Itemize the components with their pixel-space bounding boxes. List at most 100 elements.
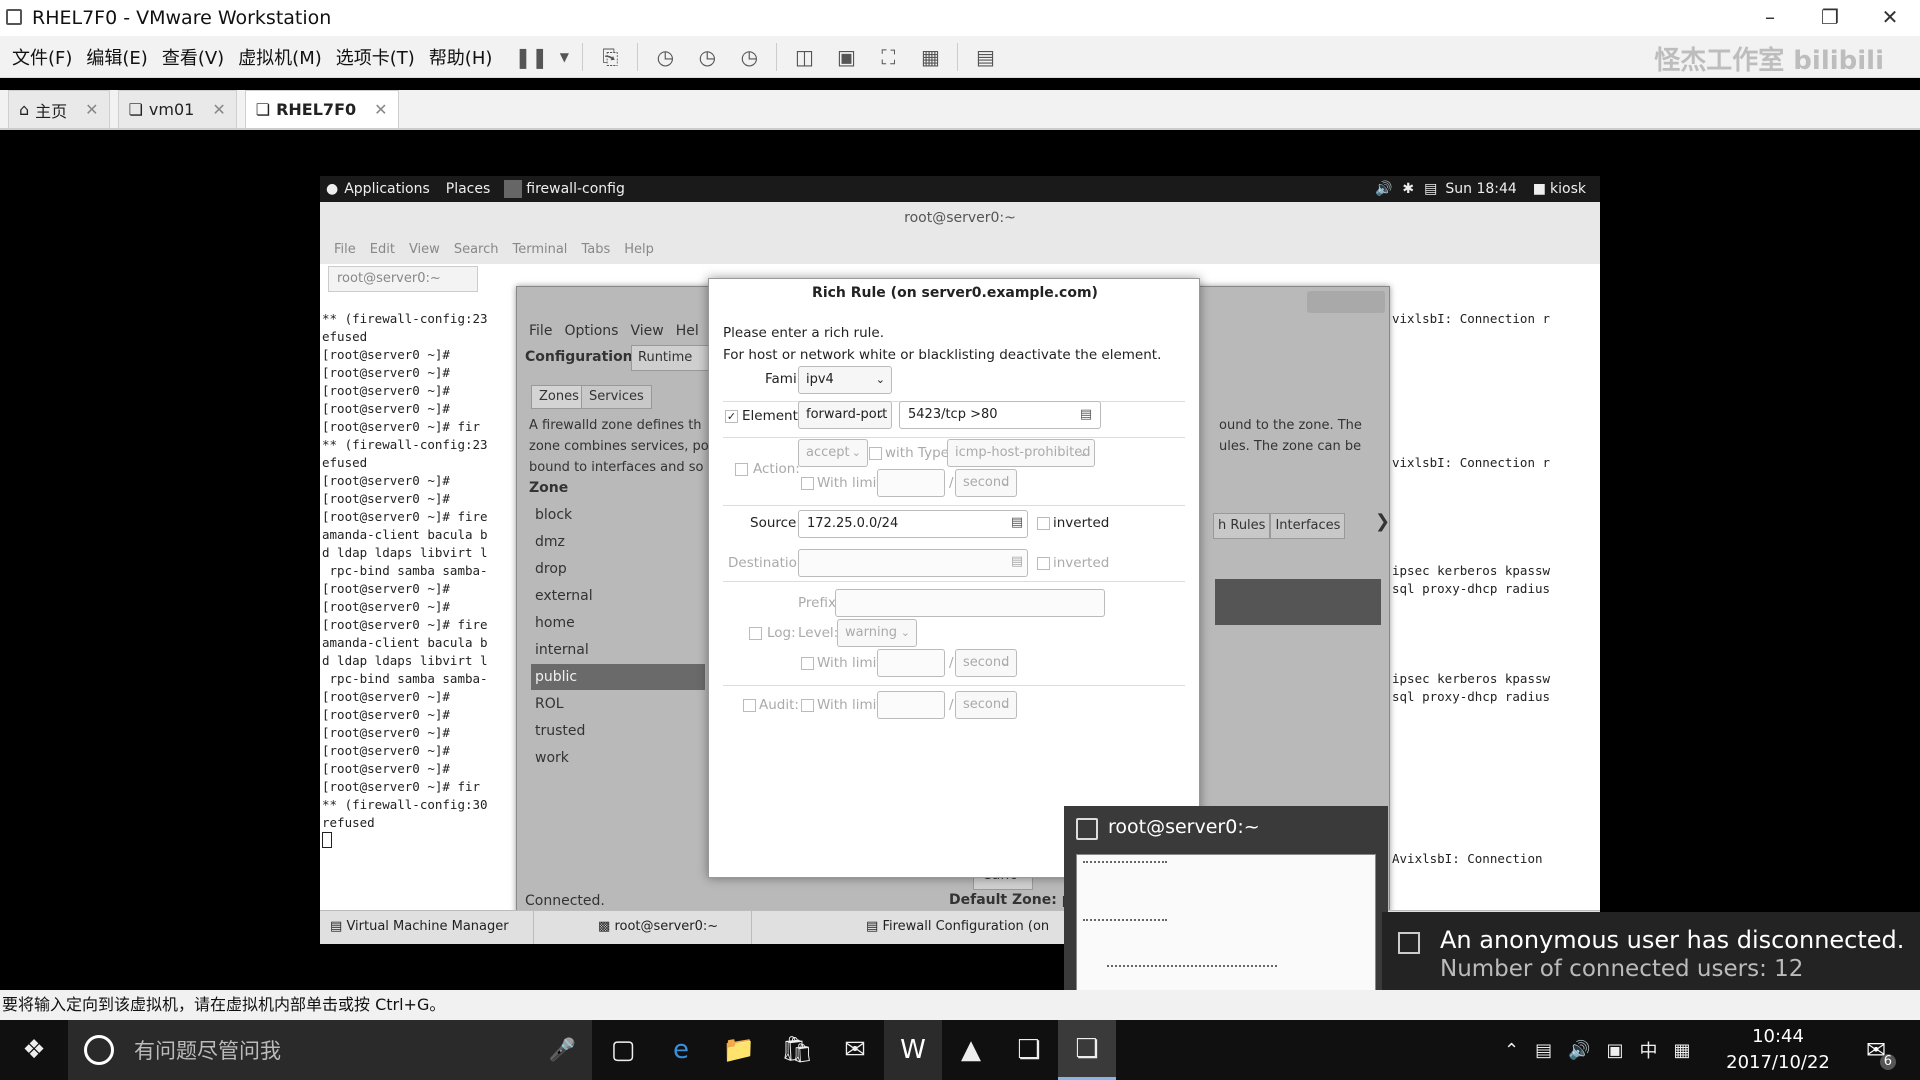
log-limit-checkbox[interactable]: [801, 657, 814, 670]
sidebar-toggle-icon[interactable]: ◫: [787, 40, 821, 74]
vmware-active-taskbar-icon[interactable]: ❏: [1058, 1020, 1116, 1080]
fullscreen-icon[interactable]: ⛶: [871, 40, 905, 74]
element-type-select[interactable]: forward-port ⌄: [798, 401, 892, 429]
audit-checkbox[interactable]: [743, 699, 756, 712]
mail-icon[interactable]: ✉: [826, 1020, 884, 1080]
edit-source-icon[interactable]: ▤: [1006, 513, 1028, 535]
destination-inverted-checkbox[interactable]: [1037, 557, 1050, 570]
chevron-up-icon[interactable]: ⌃: [1504, 1040, 1519, 1061]
element-value-field[interactable]: 5423/tcp >80: [899, 401, 1101, 429]
log-limit-unit-select[interactable]: second ⌄: [955, 649, 1017, 677]
taskbar-item-vmm[interactable]: ▤ Virtual Machine Manager: [320, 911, 534, 944]
action-center-icon[interactable]: ✉ 6: [1858, 1034, 1896, 1070]
volume-tray-icon[interactable]: 🔊: [1568, 1040, 1590, 1061]
edit-element-icon[interactable]: ▤: [1075, 405, 1097, 427]
network-icon[interactable]: ▤: [1424, 181, 1437, 197]
tab-rich-rules[interactable]: h Rules: [1213, 513, 1271, 539]
thumbnail-icon[interactable]: ▤: [968, 40, 1002, 74]
action-limit-checkbox[interactable]: [801, 477, 814, 490]
with-type-checkbox[interactable]: [869, 447, 882, 460]
tab-interfaces[interactable]: Interfaces: [1270, 513, 1346, 539]
cortana-search-box[interactable]: 有问题尽管问我 🎤: [68, 1020, 592, 1080]
snapshot-manager-icon[interactable]: ◷: [732, 40, 766, 74]
action-select[interactable]: accept ⌄: [798, 439, 868, 467]
word-icon[interactable]: W: [884, 1020, 942, 1080]
action-limit-unit-select[interactable]: second ⌄: [955, 469, 1017, 497]
zone-item-selected[interactable]: public: [531, 664, 705, 690]
source-inverted-checkbox[interactable]: [1037, 517, 1050, 530]
restore-button[interactable]: ❐: [1800, 0, 1860, 36]
menu-file[interactable]: 文件(F): [12, 44, 72, 70]
terminal-menu-tabs[interactable]: Tabs: [581, 242, 610, 257]
windows-start-icon[interactable]: ❖: [0, 1020, 68, 1080]
tab-zones[interactable]: Zones: [531, 385, 587, 409]
log-limit-field[interactable]: [877, 649, 945, 677]
source-field[interactable]: 172.25.0.0/24: [798, 510, 1028, 538]
send-ctrl-alt-del-icon[interactable]: ⎘: [593, 40, 627, 74]
action-checkbox[interactable]: [735, 463, 748, 476]
zone-item[interactable]: block: [531, 502, 705, 528]
user-menu[interactable]: kiosk: [1550, 181, 1586, 197]
firewall-menu-options[interactable]: Options: [564, 323, 618, 339]
zone-item[interactable]: ROL: [531, 691, 705, 717]
prefix-field[interactable]: [835, 589, 1105, 617]
minimize-button[interactable]: –: [1740, 0, 1800, 36]
unity-icon[interactable]: ▦: [913, 40, 947, 74]
tab-home[interactable]: ⌂ 主页 ✕: [8, 90, 110, 128]
zone-item[interactable]: home: [531, 610, 705, 636]
terminal-menu-search[interactable]: Search: [454, 242, 499, 257]
audit-limit-field[interactable]: [877, 691, 945, 719]
task-view-icon[interactable]: ▢: [594, 1020, 652, 1080]
log-checkbox[interactable]: [749, 627, 762, 640]
tab-close-icon[interactable]: ✕: [85, 100, 98, 119]
firewall-menu-view[interactable]: View: [630, 323, 663, 339]
terminal-menu-terminal[interactable]: Terminal: [512, 242, 567, 257]
ime-indicator[interactable]: 中: [1640, 1037, 1658, 1063]
revert-snapshot-icon[interactable]: ◷: [690, 40, 724, 74]
zone-item[interactable]: trusted: [531, 718, 705, 744]
network-app-icon[interactable]: ▲: [942, 1020, 1000, 1080]
applications-menu[interactable]: Applications: [344, 181, 430, 197]
close-button[interactable]: ✕: [1860, 0, 1920, 36]
dropdown-arrow-icon[interactable]: ▼: [556, 40, 572, 74]
menu-edit[interactable]: 编辑(E): [86, 44, 147, 70]
pause-icon[interactable]: ❚❚: [514, 40, 549, 74]
menu-view[interactable]: 查看(V): [162, 44, 224, 70]
bluetooth-icon[interactable]: ✱: [1402, 181, 1414, 197]
audit-limit-unit-select[interactable]: second ⌄: [955, 691, 1017, 719]
audit-limit-checkbox[interactable]: [801, 699, 814, 712]
zone-item[interactable]: dmz: [531, 529, 705, 555]
destination-field[interactable]: [798, 549, 1028, 577]
tab-vm01[interactable]: ❏ vm01 ✕: [117, 90, 237, 128]
edge-icon[interactable]: e: [652, 1020, 710, 1080]
window-controls[interactable]: [1307, 291, 1385, 313]
rich-rule-dialog[interactable]: Rich Rule (on server0.example.com) Pleas…: [708, 278, 1200, 878]
places-menu[interactable]: Places: [446, 181, 491, 197]
snapshot-icon[interactable]: ◷: [648, 40, 682, 74]
tab-services[interactable]: Services: [581, 385, 652, 409]
zone-item[interactable]: internal: [531, 637, 705, 663]
with-type-select[interactable]: icmp-host-prohibited ⌄: [947, 439, 1095, 467]
firewall-menu-help[interactable]: Hel: [676, 323, 699, 339]
input-mode-icon[interactable]: ▦: [1674, 1040, 1691, 1061]
active-app-menu[interactable]: firewall-config: [526, 181, 625, 197]
terminal-menu-view[interactable]: View: [409, 242, 440, 257]
firewall-menu-file[interactable]: File: [529, 323, 552, 339]
console-view-icon[interactable]: ▣: [829, 40, 863, 74]
action-limit-field[interactable]: [877, 469, 945, 497]
terminal-menu-help[interactable]: Help: [624, 242, 654, 257]
taskbar-item-terminal[interactable]: ▩ root@server0:~: [590, 911, 752, 944]
zone-item[interactable]: drop: [531, 556, 705, 582]
file-explorer-icon[interactable]: 📁: [710, 1020, 768, 1080]
family-select[interactable]: ipv4 ⌄: [798, 366, 892, 394]
vmware-taskbar-icon[interactable]: ❏: [1000, 1020, 1058, 1080]
network-tray-icon[interactable]: ▤: [1535, 1040, 1552, 1061]
configuration-select[interactable]: Runtime: [631, 345, 711, 371]
menu-tabs[interactable]: 选项卡(T): [336, 44, 415, 70]
tab-rhel7f0[interactable]: ❏ RHEL7F0 ✕: [244, 90, 399, 128]
terminal-menu-file[interactable]: File: [334, 242, 356, 257]
chevron-right-icon[interactable]: ❯: [1375, 511, 1390, 532]
menu-vm[interactable]: 虚拟机(M): [238, 44, 322, 70]
volume-icon[interactable]: 🔊: [1375, 181, 1392, 197]
edit-destination-icon[interactable]: ▤: [1006, 552, 1028, 574]
